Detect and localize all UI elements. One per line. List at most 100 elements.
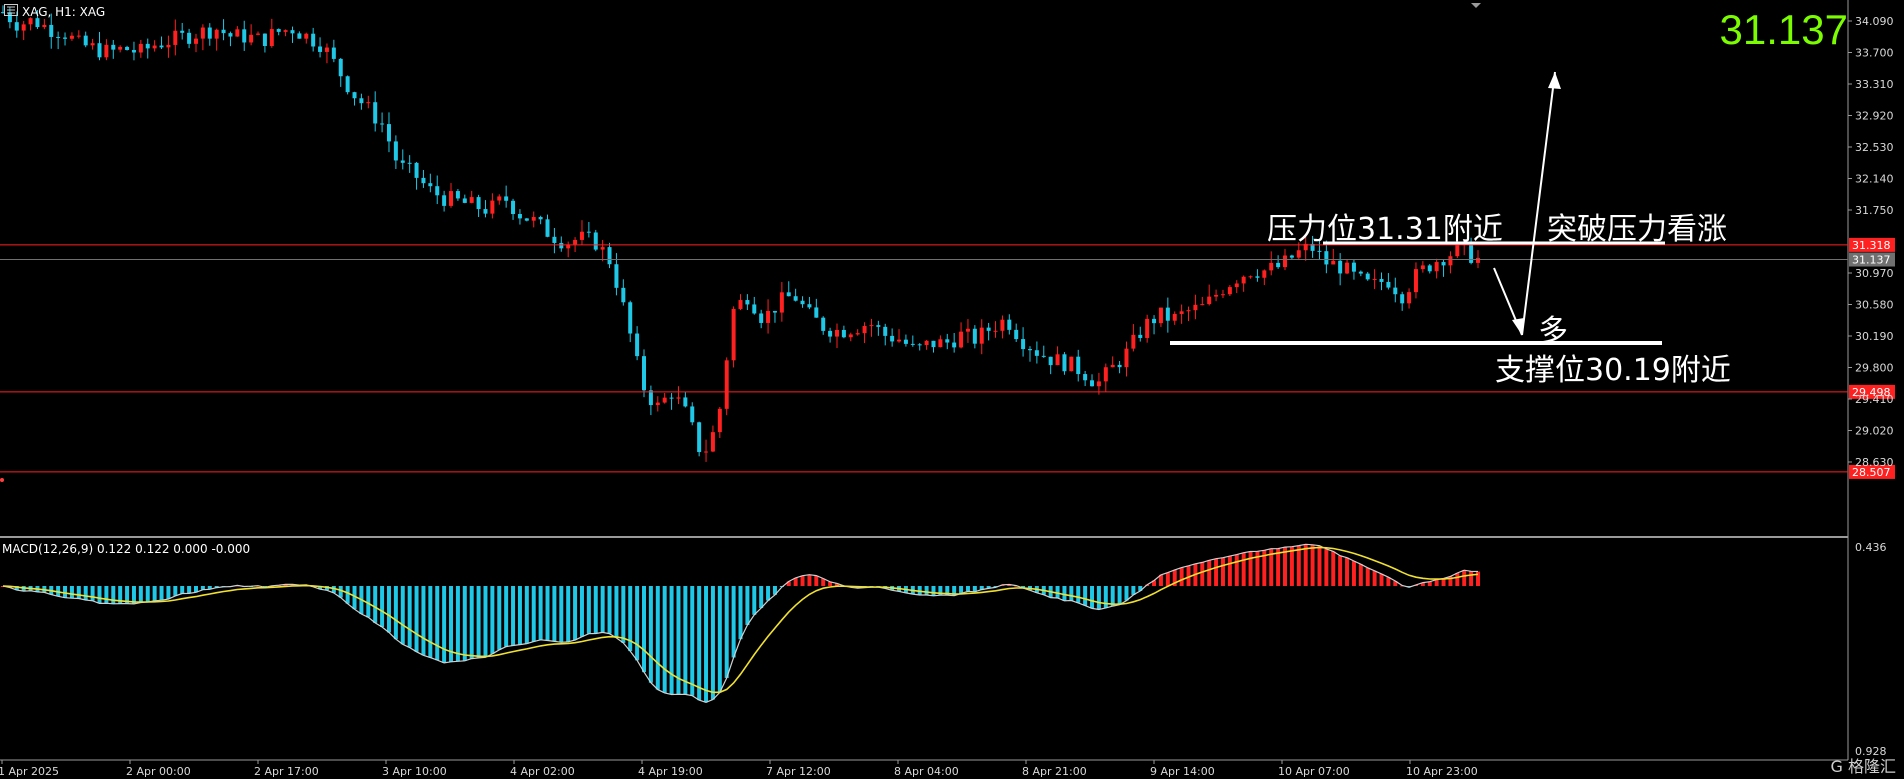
candle-body bbox=[1034, 350, 1039, 356]
candle-body bbox=[1158, 307, 1163, 324]
candle-body bbox=[173, 30, 178, 45]
macd-bar bbox=[166, 586, 171, 600]
candle-body bbox=[1069, 356, 1074, 372]
macd-bar bbox=[1365, 567, 1370, 586]
macd-bar bbox=[724, 586, 729, 678]
macd-bar bbox=[717, 586, 722, 693]
price-tick-label: 29.410 bbox=[1855, 393, 1894, 406]
candle-body bbox=[49, 24, 54, 37]
time-label: 10 Apr 07:00 bbox=[1278, 765, 1350, 778]
candle-body bbox=[531, 217, 536, 221]
macd-bar bbox=[1241, 552, 1246, 586]
candle-body bbox=[166, 44, 171, 48]
candle-body bbox=[1110, 364, 1115, 368]
candle-body bbox=[1220, 294, 1225, 296]
candle-body bbox=[862, 326, 867, 334]
time-axis: 1 Apr 2025 2 Apr 00:00 2 Apr 17:00 3 Apr 10… bbox=[0, 760, 1478, 778]
macd-bar bbox=[738, 586, 743, 640]
bullish-note: 多 bbox=[1538, 314, 1568, 349]
candle-body bbox=[442, 195, 447, 206]
macd-bar bbox=[1372, 570, 1377, 586]
candle-body bbox=[1448, 256, 1453, 266]
candle-body bbox=[834, 329, 839, 337]
macd-bar bbox=[1200, 562, 1205, 586]
candle-body bbox=[324, 47, 329, 52]
macd-bar bbox=[83, 586, 88, 601]
candle-body bbox=[297, 33, 302, 39]
candle-body bbox=[1338, 260, 1343, 274]
candle-body bbox=[710, 432, 715, 452]
candle-body bbox=[676, 397, 681, 399]
candle-body bbox=[131, 49, 136, 53]
candle-body bbox=[318, 46, 323, 52]
macd-bar bbox=[766, 586, 771, 601]
candle-body bbox=[214, 29, 219, 39]
macd-bar bbox=[1117, 586, 1122, 605]
candle-body bbox=[1262, 270, 1267, 278]
price-chart[interactable]: 31.31831.13729.49828.507 34.09033.70033.… bbox=[0, 0, 1904, 779]
candle-body bbox=[800, 300, 805, 305]
macd-bar bbox=[1469, 571, 1474, 586]
macd-bar bbox=[642, 586, 647, 673]
macd-bar bbox=[690, 586, 695, 696]
macd-bar bbox=[524, 586, 529, 644]
candle-body bbox=[607, 247, 612, 265]
candles bbox=[1, 5, 1480, 462]
candle-body bbox=[242, 29, 247, 43]
macd-bar bbox=[538, 586, 543, 640]
candle-body bbox=[1248, 276, 1253, 278]
candle-body bbox=[759, 313, 764, 323]
candle-body bbox=[1441, 262, 1446, 266]
macd-bar bbox=[1379, 573, 1384, 586]
candle-body bbox=[111, 44, 116, 50]
macd-bar bbox=[710, 586, 715, 700]
candle-body bbox=[290, 30, 295, 34]
macd-bar bbox=[1462, 570, 1467, 586]
candle-body bbox=[1076, 356, 1081, 375]
candle-body bbox=[1393, 287, 1398, 295]
candle-body bbox=[283, 30, 288, 32]
macd-bar bbox=[648, 586, 653, 683]
macd-bar bbox=[965, 586, 970, 592]
macd-bar bbox=[173, 586, 178, 596]
candle-body bbox=[1041, 355, 1046, 357]
candle-body bbox=[28, 18, 33, 25]
candle-body bbox=[945, 339, 950, 343]
macd-bar bbox=[1289, 546, 1294, 586]
macd-bar bbox=[490, 586, 495, 654]
candle-body bbox=[648, 390, 653, 406]
time-label: 4 Apr 02:00 bbox=[510, 765, 575, 778]
candle-body bbox=[359, 98, 364, 104]
macd-bar bbox=[614, 586, 619, 638]
candle-body bbox=[655, 402, 660, 406]
candle-body bbox=[614, 264, 619, 288]
chart-menu-icon[interactable] bbox=[4, 4, 18, 16]
macd-bar bbox=[579, 586, 584, 637]
candle-body bbox=[897, 339, 902, 342]
candle-body bbox=[938, 339, 943, 348]
candle-body bbox=[545, 219, 550, 237]
macd-bar bbox=[504, 586, 509, 647]
time-label: 2 Apr 17:00 bbox=[254, 765, 319, 778]
time-label: 7 Apr 12:00 bbox=[766, 765, 831, 778]
macd-bar bbox=[97, 586, 102, 604]
candle-body bbox=[1048, 356, 1053, 366]
macd-bar bbox=[76, 586, 81, 599]
candle-body bbox=[1000, 319, 1005, 331]
candle-body bbox=[428, 183, 433, 187]
candle-body bbox=[1138, 334, 1143, 338]
macd-bar bbox=[1207, 560, 1212, 586]
candle-body bbox=[449, 191, 454, 206]
macd-bar bbox=[566, 586, 571, 642]
candle-body bbox=[1103, 367, 1108, 382]
candle-body bbox=[476, 197, 481, 210]
macd-bar bbox=[545, 586, 550, 641]
candle-body bbox=[642, 356, 647, 391]
candle-body bbox=[1427, 265, 1432, 272]
current-price-display: 31.137 bbox=[1719, 6, 1848, 53]
macd-bar bbox=[111, 586, 116, 604]
macd-bar bbox=[1220, 557, 1225, 586]
price-tick-label: 32.140 bbox=[1855, 173, 1894, 186]
macd-bar bbox=[104, 586, 109, 604]
candle-body bbox=[118, 46, 123, 50]
